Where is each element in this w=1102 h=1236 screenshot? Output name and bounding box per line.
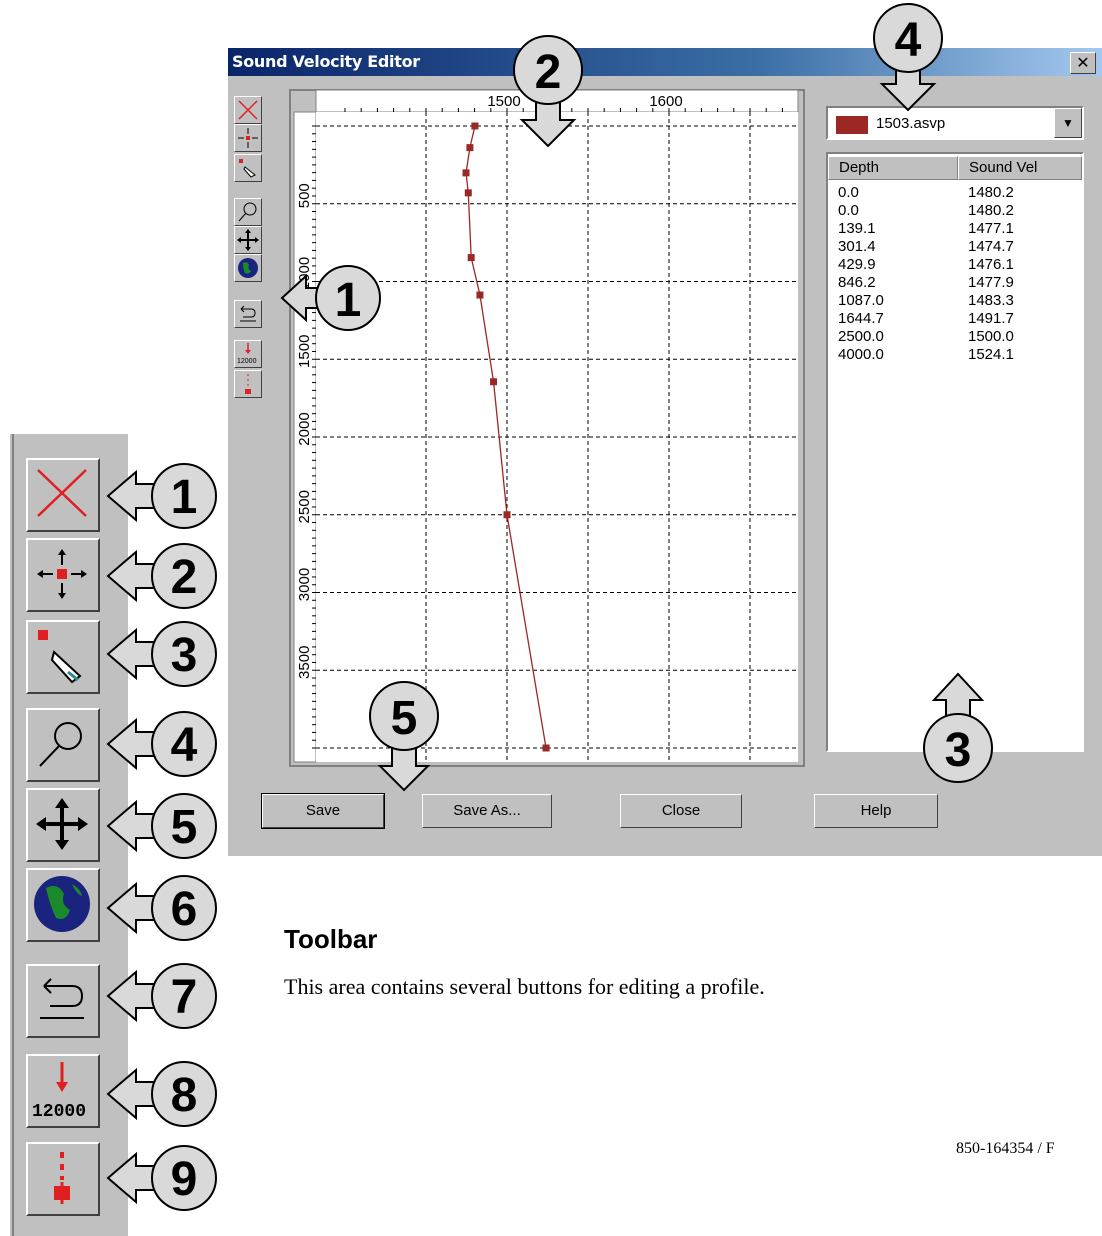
svg-text:6: 6 [171,883,198,936]
svg-text:3: 3 [945,724,972,777]
callout-2-window: 2 [513,35,583,148]
toolbar-callouts: 1 2 3 4 5 6 7 8 9 [106,463,217,1211]
callout-3-window: 3 [923,672,993,783]
callout-5-window: 5 [369,681,439,792]
svg-text:4: 4 [171,719,198,772]
globe-button[interactable] [26,868,100,942]
move-point-button[interactable] [26,538,100,612]
callout-5-toolbar: 5 [106,793,217,859]
document-footer: 850-164354 / F [956,1140,1055,1157]
svg-text:12000: 12000 [32,1102,86,1122]
callout-4-toolbar: 4 [106,711,217,777]
delete-point-icon [37,469,87,517]
add-point-button[interactable] [26,620,100,694]
toolbar-edge [12,434,14,1236]
callout-8-toolbar: 8 [106,1061,217,1127]
delete-point-button[interactable] [26,458,100,532]
callout-7-toolbar: 7 [106,963,217,1029]
undo-icon [40,978,84,1019]
pan-button[interactable] [26,788,100,862]
callout-9-toolbar: 9 [106,1145,217,1211]
svg-text:8: 8 [171,1069,198,1122]
extend-depth-icon: 12000 [32,1062,86,1122]
move-point-icon [37,549,87,599]
svg-text:5: 5 [391,692,418,745]
svg-text:2: 2 [535,46,562,99]
section-heading: Toolbar [284,924,378,954]
undo-button[interactable] [26,964,100,1038]
callout-2-toolbar: 2 [106,543,217,609]
add-point-icon [38,630,82,684]
callout-6-toolbar: 6 [106,875,217,941]
callout-3-toolbar: 3 [106,621,217,687]
insert-point-button[interactable] [26,1142,100,1216]
svg-text:9: 9 [171,1153,198,1206]
zoom-icon [39,722,82,767]
svg-text:3: 3 [171,629,198,682]
pan-icon [36,798,88,850]
section-text: This area contains several buttons for e… [284,974,765,999]
svg-text:5: 5 [171,801,198,854]
extend-depth-button[interactable]: 12000 [26,1054,100,1128]
svg-text:2: 2 [171,551,198,604]
svg-text:1: 1 [335,274,362,327]
svg-text:7: 7 [171,971,198,1024]
callout-1-toolbar: 1 [106,463,217,529]
insert-point-icon [54,1152,70,1204]
svg-text:4: 4 [895,14,922,67]
callout-1-window: 1 [280,265,381,331]
globe-icon [34,876,90,932]
callout-4-window: 4 [873,3,943,112]
zoom-button[interactable] [26,708,100,782]
svg-text:1: 1 [171,471,198,524]
